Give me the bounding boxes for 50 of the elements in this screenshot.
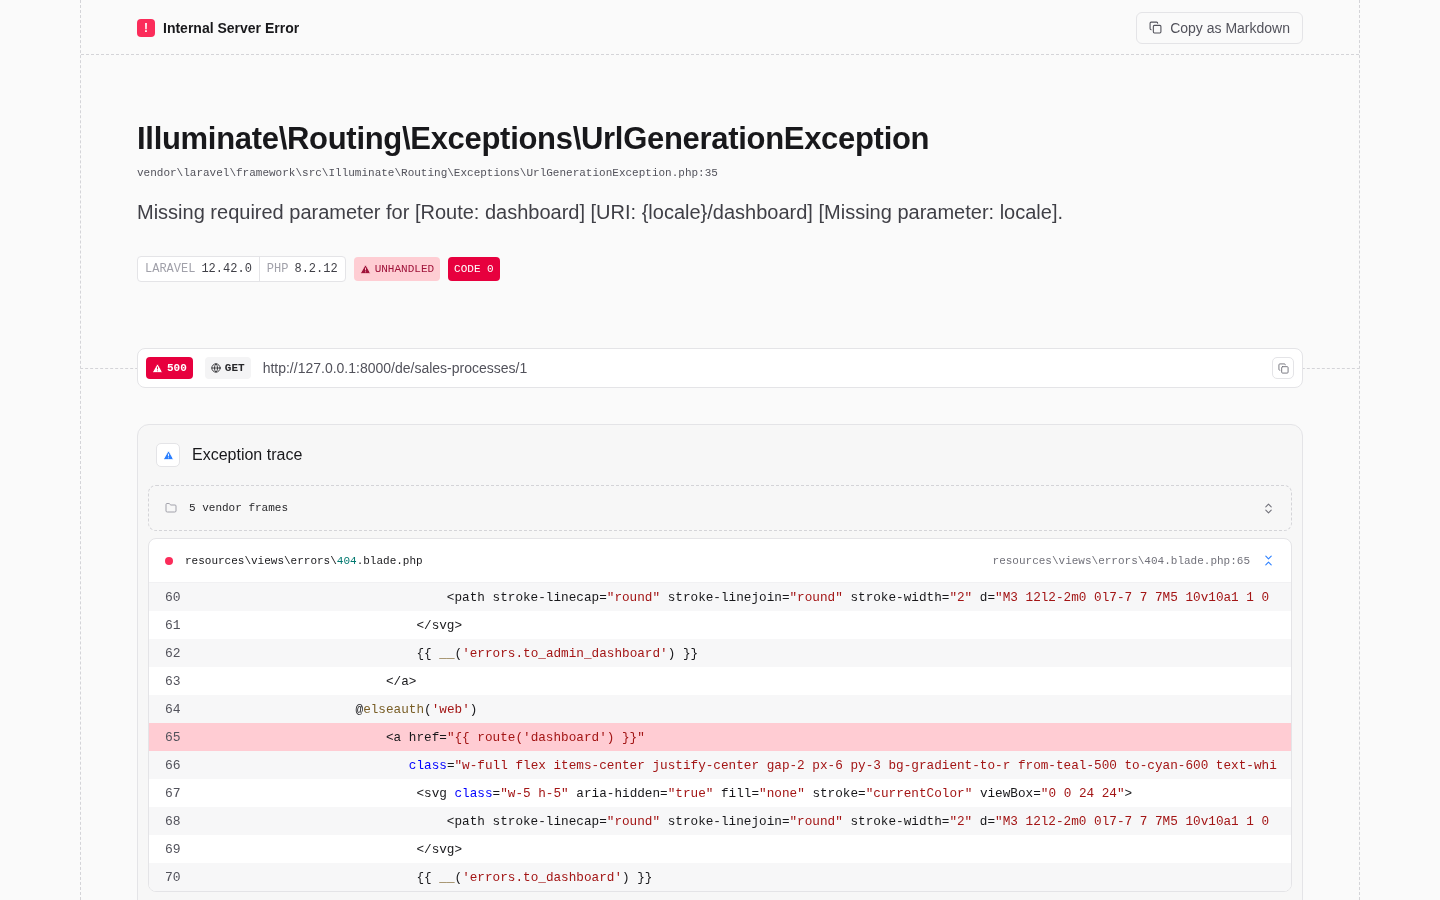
code-line: <a href="{{ route('dashboard') }}": [384, 729, 645, 745]
version-label: LARAVEL 12.42.0: [144, 261, 253, 278]
code-line: @elseauth('web'): [354, 701, 478, 717]
frame-location: resources\views\errors\404.blade.php:65: [992, 554, 1250, 567]
warning-icon: [156, 443, 180, 467]
code-line: <path stroke-linecap="round" stroke-linejoin="round" stroke-width="2" d="M3 12l2-2m0 0l7-7 7 7M5 10v10a1 1 0: [445, 813, 1270, 829]
warning-icon: [152, 362, 163, 374]
version-label: PHP 8.2.12: [258, 257, 345, 281]
line-number: 62: [164, 645, 182, 661]
code-line: {{ __('errors.to_admin_dashboard') }}: [415, 645, 699, 661]
page-title: Internal Server Error: [163, 19, 300, 36]
warning-icon: [359, 263, 371, 275]
trace-title: Exception trace: [192, 446, 303, 464]
exception-class: Illuminate\Routing\Exceptions\UrlGenerationException: [137, 121, 931, 157]
line-number: 60: [164, 589, 182, 605]
line-number: 67: [164, 785, 182, 801]
exception-file: vendor\laravel\framework\src\Illuminate\Routing\Exceptions\UrlGenerationException.php:35: [137, 167, 719, 179]
status-tag: UNHANDLED: [353, 257, 441, 281]
copy-markdown-button[interactable]: Copy as Markdown: [1136, 11, 1303, 44]
line-number: 69: [164, 841, 182, 857]
method-badge: GET: [204, 357, 251, 379]
collapse-button[interactable]: [1262, 554, 1275, 567]
code-line: <path stroke-linecap="round" stroke-linejoin="round" stroke-width="2" d="M3 12l2-2m0 0l7-7 7 7M5 10v10a1 1 0: [445, 589, 1270, 605]
line-number: 66: [164, 757, 182, 773]
line-number: 64: [164, 701, 182, 717]
copy-url-button[interactable]: [1272, 357, 1294, 379]
status-badge: 500: [146, 357, 193, 379]
code-line: </svg>: [415, 617, 463, 633]
line-number: 70: [164, 869, 182, 885]
folder-icon: [165, 502, 177, 514]
line-number: 65: [164, 729, 182, 745]
copy-icon: [1149, 21, 1163, 34]
line-number: 63: [164, 673, 182, 689]
globe-icon: [210, 363, 221, 373]
request-url: http://127.0.0.1:8000/de/sales-processes/1: [262, 360, 529, 376]
status-tag: CODE 0: [448, 257, 500, 281]
chevrons-icon: [1262, 501, 1275, 515]
code-line: <svg class="w-5 h-5" aria-hidden="true" fill="none" stroke="currentColor" viewBox="0 0 24 24">: [415, 785, 1133, 801]
vendor-frames-toggle[interactable]: 5 vendor frames: [148, 485, 1292, 531]
frame-file: resources\views\errors\404.blade.php: [185, 554, 424, 567]
code-line: class="w-full flex items-center justify-center gap-2 px-6 py-3 bg-gradient-to-r from-teal-500 to-cyan-600 text-whi: [407, 757, 1277, 773]
error-badge: !: [137, 18, 155, 37]
code-line: {{ __('errors.to_dashboard') }}: [415, 869, 653, 885]
line-number: 68: [164, 813, 182, 829]
code-line: </a>: [384, 673, 417, 689]
exception-message: Missing required parameter for [Route: dashboard] [URI: {locale}/dashboard] [Missing parameter: locale].: [137, 201, 1065, 224]
code-line: </svg>: [415, 841, 463, 857]
copy-icon: [1277, 362, 1289, 374]
error-dot: [165, 556, 173, 565]
line-number: 61: [164, 617, 182, 633]
